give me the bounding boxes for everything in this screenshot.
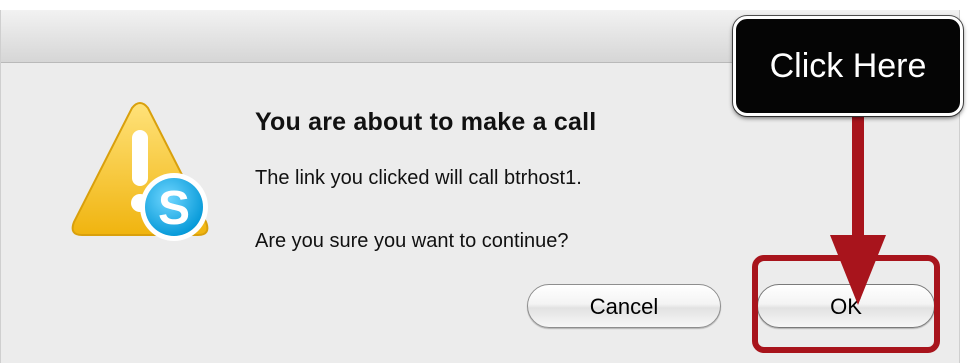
skype-badge-icon: S	[140, 173, 208, 241]
cancel-button[interactable]: Cancel	[527, 284, 721, 328]
screenshot-stage: S You are about to make a call The link …	[0, 0, 969, 363]
dialog-message-line2: Are you sure you want to continue?	[255, 230, 569, 252]
click-here-callout: Click Here	[733, 16, 963, 116]
svg-text:S: S	[158, 182, 190, 235]
warning-skype-icon: S	[71, 102, 209, 241]
ok-button[interactable]: OK	[757, 284, 935, 328]
dialog-title: You are about to make a call	[255, 108, 597, 136]
dialog-message-line1: The link you clicked will call btrhost1.	[255, 167, 582, 189]
